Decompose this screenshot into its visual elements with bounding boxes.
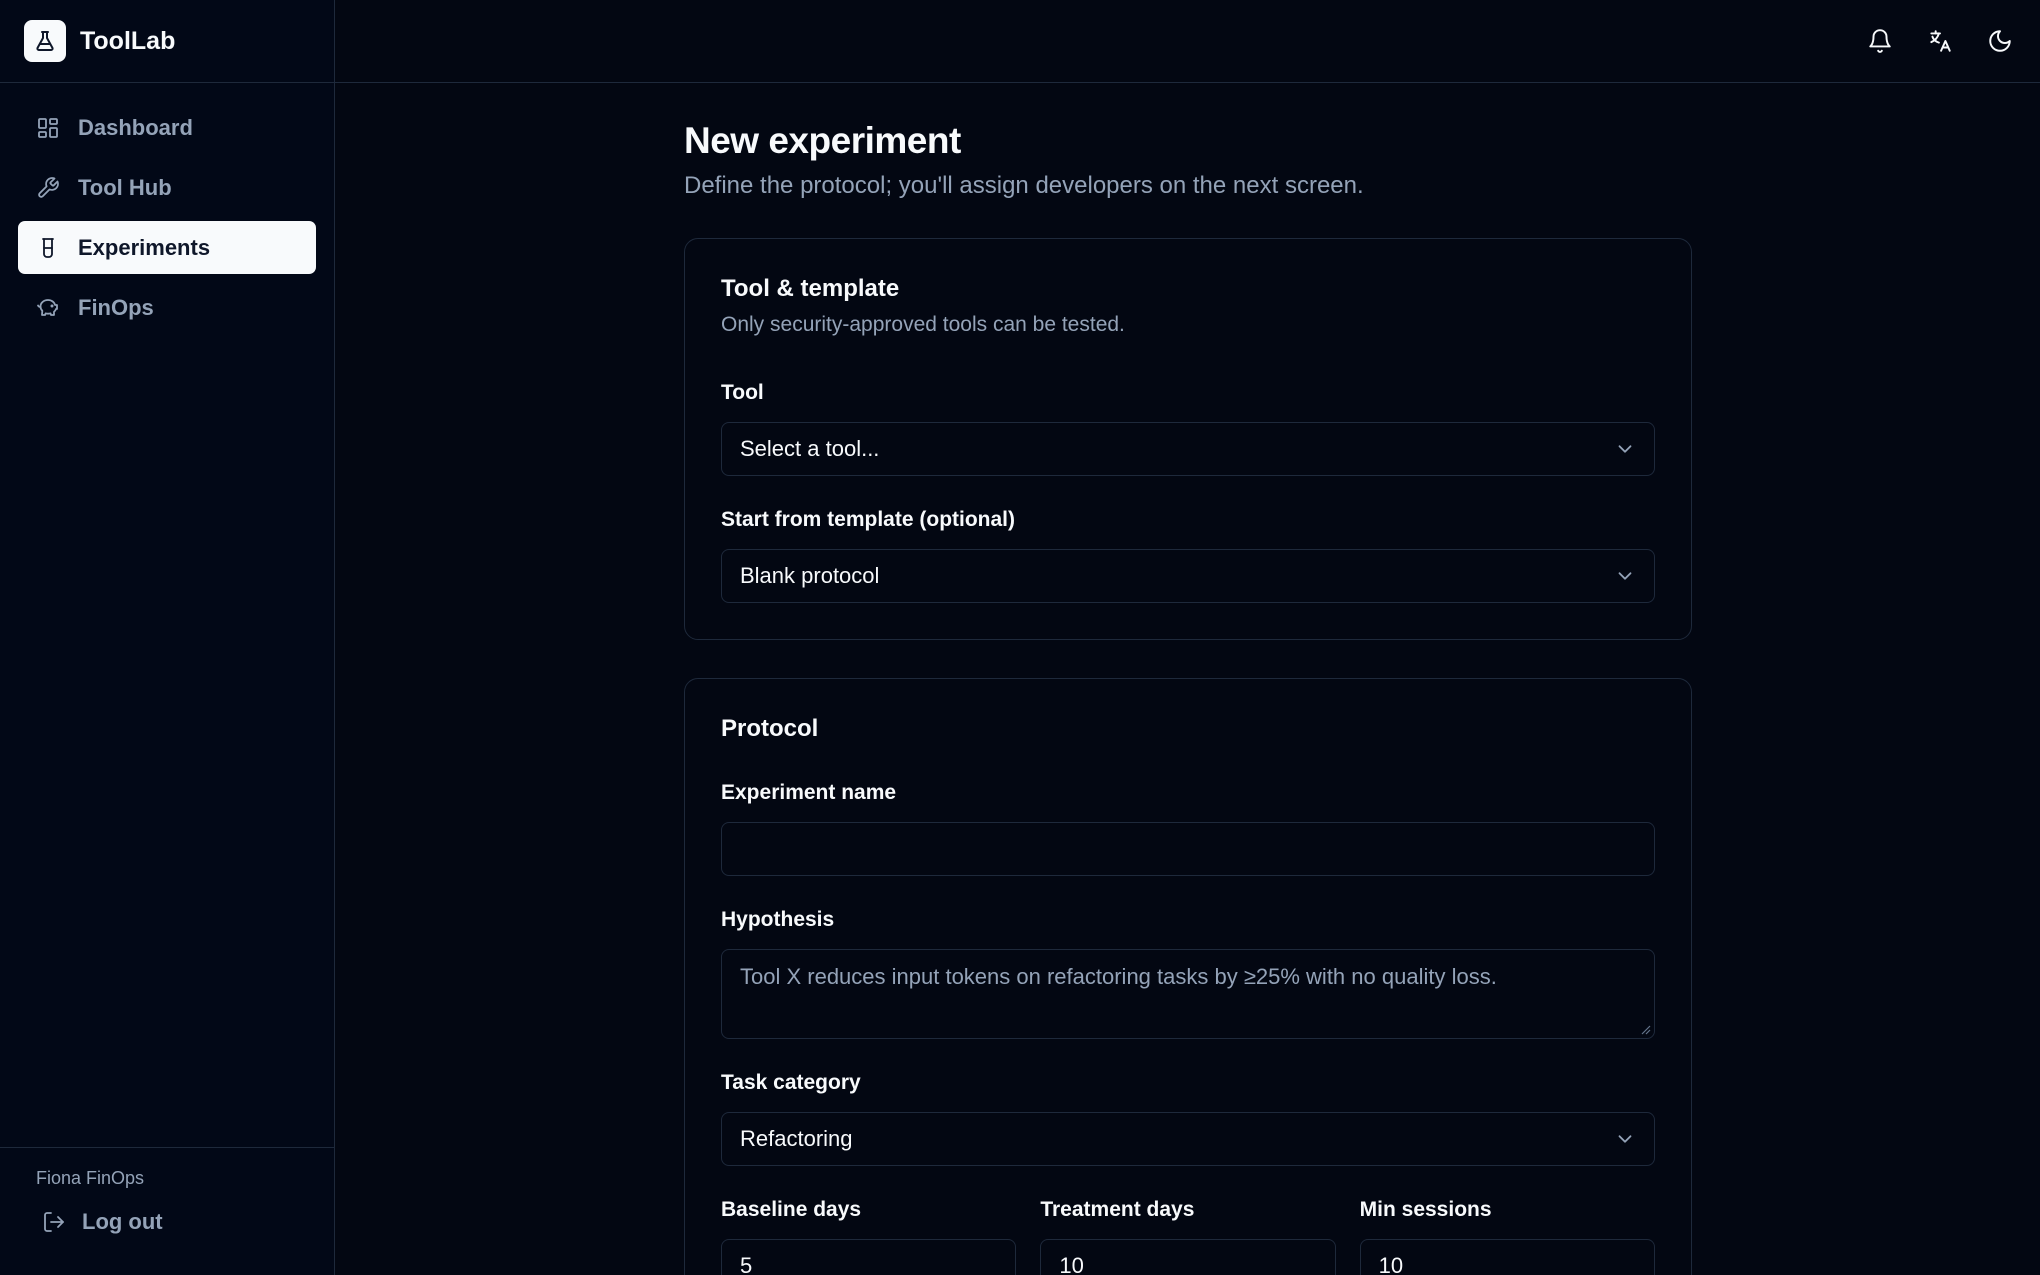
- sidebar-item-tool-hub[interactable]: Tool Hub: [18, 161, 316, 214]
- top-actions: [1864, 20, 2016, 62]
- tool-field: Tool Select a tool...: [721, 381, 1655, 476]
- experiment-name-input[interactable]: [721, 822, 1655, 876]
- baseline-days-field: Baseline days 5: [721, 1198, 1017, 1275]
- main-content: New experiment Define the protocol; you'…: [684, 120, 1692, 1275]
- app-name: ToolLab: [80, 26, 176, 55]
- task-category-label: Task category: [721, 1071, 861, 1094]
- duration-row: Baseline days 5 Treatment days 10 Min se…: [721, 1198, 1655, 1275]
- card-subtitle: Only security-approved tools can be test…: [721, 313, 1125, 336]
- tool-select[interactable]: Select a tool...: [721, 422, 1655, 476]
- template-field: Start from template (optional) Blank pro…: [721, 508, 1655, 603]
- task-category-select[interactable]: Refactoring: [721, 1112, 1655, 1166]
- wrench-icon: [38, 176, 59, 198]
- bell-icon: [1869, 29, 1891, 53]
- task-category-field: Task category Refactoring: [721, 1071, 1655, 1166]
- theme-toggle[interactable]: [1984, 20, 2016, 62]
- task-category-value: Refactoring: [740, 1126, 853, 1151]
- page-title: New experiment: [684, 120, 961, 161]
- hypothesis-label: Hypothesis: [721, 908, 835, 931]
- page-subtitle: Define the protocol; you'll assign devel…: [684, 172, 1364, 199]
- topbar: [335, 0, 2040, 83]
- sidebar-item-experiments[interactable]: Experiments: [18, 221, 316, 274]
- sidebar-item-finops[interactable]: FinOps: [18, 281, 316, 334]
- experiment-name-label: Experiment name: [721, 781, 897, 804]
- sidebar-item-dashboard[interactable]: Dashboard: [18, 101, 316, 154]
- chevron-down-icon: [1618, 445, 1632, 453]
- tool-label: Tool: [721, 381, 764, 404]
- logout-icon: [44, 1212, 64, 1232]
- brand[interactable]: ToolLab: [0, 0, 334, 83]
- template-select[interactable]: Blank protocol: [721, 549, 1655, 603]
- user-name: Fiona FinOps: [36, 1168, 145, 1188]
- experiment-name-field: Experiment name: [721, 781, 1655, 876]
- min-sessions-input[interactable]: 10: [1359, 1239, 1655, 1275]
- sidebar-item-label: Tool Hub: [78, 174, 172, 200]
- beaker-icon: [42, 237, 54, 258]
- card-title: Protocol: [721, 715, 819, 742]
- protocol-card: Protocol Experiment name Hypothesis Tool…: [684, 678, 1692, 1275]
- baseline-days-input[interactable]: 5: [721, 1239, 1017, 1275]
- tool-select-value: Select a tool...: [740, 436, 880, 461]
- hypothesis-placeholder: Tool X reduces input tokens on refactori…: [740, 964, 1497, 989]
- treatment-days-field: Treatment days 10: [1040, 1198, 1336, 1275]
- hypothesis-textarea[interactable]: Tool X reduces input tokens on refactori…: [721, 949, 1655, 1039]
- chevron-down-icon: [1618, 1135, 1632, 1143]
- sidebar-item-label: Dashboard: [78, 114, 193, 140]
- sidebar: ToolLab Dashboard Tool Hub Experiments F…: [0, 0, 335, 1275]
- min-sessions-label: Min sessions: [1359, 1198, 1492, 1221]
- piggy-bank-icon: [37, 298, 58, 316]
- baseline-days-label: Baseline days: [721, 1198, 862, 1221]
- resize-handle-icon[interactable]: [1639, 1023, 1651, 1035]
- moon-icon: [1989, 30, 2011, 52]
- notifications-button[interactable]: [1864, 20, 1896, 62]
- dashboard-icon: [38, 117, 58, 138]
- sidebar-footer: Fiona FinOps Log out: [0, 1147, 334, 1275]
- treatment-days-label: Treatment days: [1040, 1198, 1195, 1221]
- flask-icon: [24, 20, 66, 62]
- translate-icon: [1930, 30, 1951, 52]
- template-select-value: Blank protocol: [740, 563, 880, 588]
- language-button[interactable]: [1924, 20, 1956, 62]
- sidebar-nav: Dashboard Tool Hub Experiments FinOps: [0, 83, 334, 352]
- sidebar-item-label: FinOps: [78, 294, 154, 320]
- treatment-days-input[interactable]: 10: [1040, 1239, 1336, 1275]
- chevron-down-icon: [1618, 572, 1632, 580]
- hypothesis-field: Hypothesis Tool X reduces input tokens o…: [721, 908, 1655, 1039]
- template-label: Start from template (optional): [721, 508, 1016, 531]
- logout-button[interactable]: Log out: [36, 1209, 310, 1235]
- sidebar-item-label: Experiments: [78, 234, 211, 260]
- min-sessions-field: Min sessions 10: [1359, 1198, 1655, 1275]
- tool-template-card: Tool & template Only security-approved t…: [684, 238, 1692, 640]
- card-title: Tool & template: [721, 275, 900, 302]
- logout-label: Log out: [82, 1209, 163, 1234]
